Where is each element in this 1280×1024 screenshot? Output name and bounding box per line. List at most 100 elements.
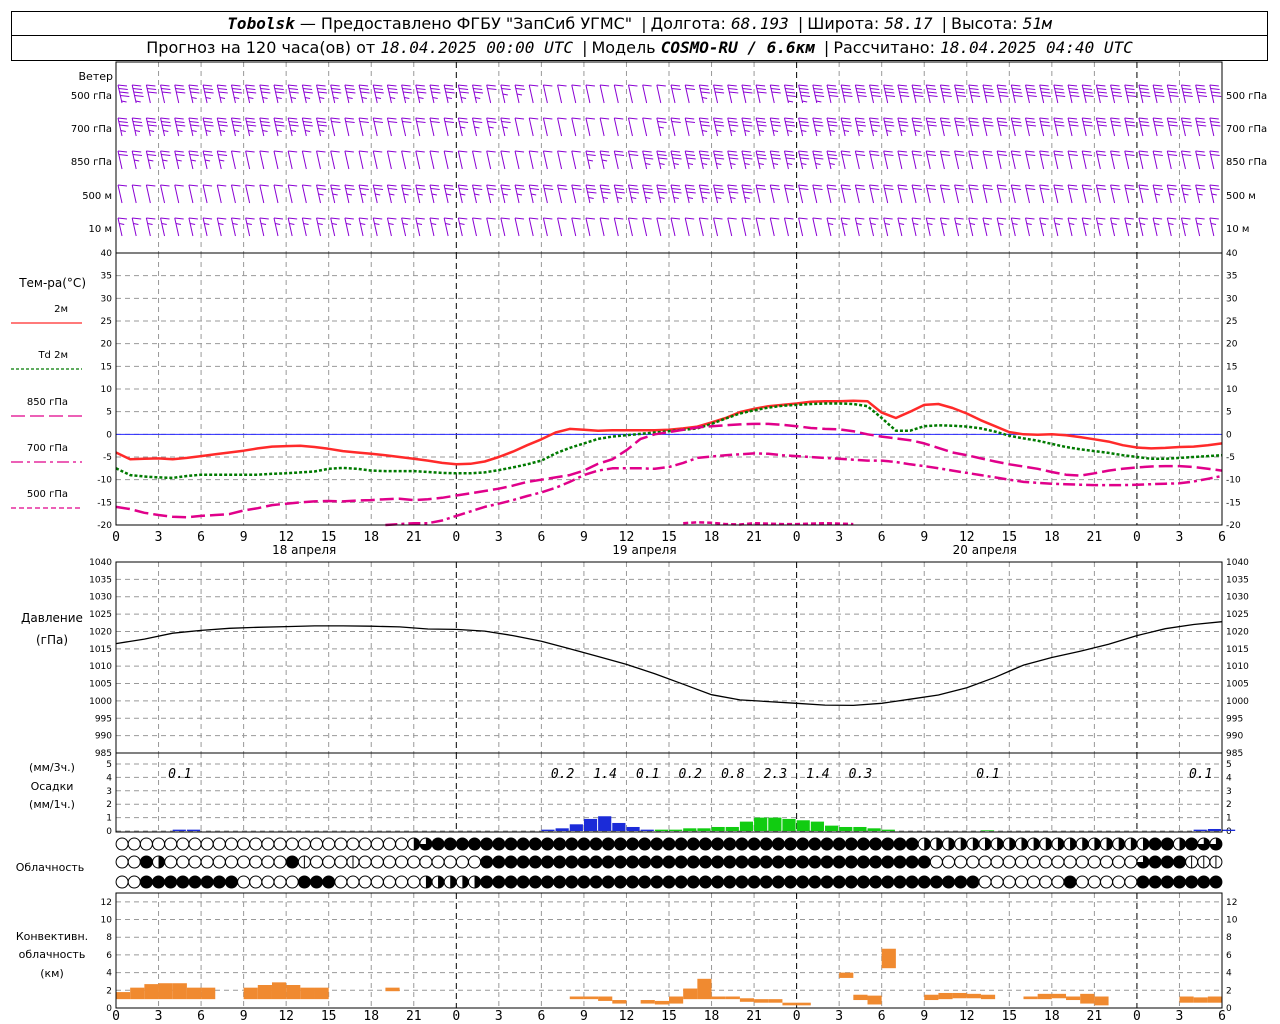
wind-barb <box>812 117 824 137</box>
temp-ytick-right: -20 <box>1226 521 1241 531</box>
wind-barb-flag <box>345 121 355 123</box>
wind-barb-staff <box>755 84 761 104</box>
wind-barb <box>1195 84 1208 104</box>
wind-barb-staff <box>1166 217 1172 237</box>
wind-barb-flag <box>926 217 936 220</box>
wind-barb-flag <box>1039 184 1049 187</box>
wind-barb-flag <box>1182 88 1192 90</box>
wind-barb-flag <box>1197 95 1208 97</box>
wind-barb-staff <box>812 117 818 137</box>
wind-barb <box>216 217 227 237</box>
conv-bar <box>796 1002 811 1006</box>
cloud-symbol <box>662 875 676 889</box>
cloud-full <box>748 838 761 850</box>
cloud-full <box>650 876 663 888</box>
pres-ytick-left: 1005 <box>89 680 112 690</box>
wind-barb-flag <box>883 84 893 87</box>
wind-barb-flag <box>330 217 340 220</box>
wind-barb-flag <box>388 188 398 190</box>
cloud-symbol <box>127 837 141 851</box>
wind-barb <box>954 150 965 170</box>
wind-barb-flag <box>856 154 866 156</box>
wind-barb <box>1209 217 1219 237</box>
conv-ytick-left: 12 <box>101 898 112 908</box>
wind-barb-staff <box>1180 150 1186 170</box>
cloud-symbol <box>954 837 968 851</box>
cloud-full <box>590 856 603 868</box>
wind-barb-flag <box>585 84 595 87</box>
wind-barb-staff <box>755 217 761 237</box>
wind-barb-flag <box>883 217 893 220</box>
wind-barb-flag <box>871 95 881 97</box>
wind-barb-flag <box>784 217 794 220</box>
wind-barb <box>571 150 581 170</box>
wind-barb-flag <box>1112 95 1122 97</box>
wind-barb-staff <box>939 184 945 204</box>
temp-ytick-right: 30 <box>1226 294 1238 304</box>
cloud-symbol <box>139 855 153 869</box>
wind-barb-flag <box>1096 117 1106 120</box>
cloud-full <box>213 876 226 888</box>
wind-barb-staff <box>287 217 293 237</box>
wind-barb <box>727 117 739 137</box>
wind-barb-flag <box>473 88 483 90</box>
cloud-circle <box>310 837 324 851</box>
wind-barb <box>287 184 298 204</box>
wind-barb <box>188 117 200 137</box>
wind-barb-staff <box>273 150 279 170</box>
cloud-circle <box>1051 855 1065 869</box>
wind-barb-flag <box>261 91 271 94</box>
wind-barb-flag <box>373 88 384 90</box>
wind-barb-flag <box>529 217 539 220</box>
wind-barb <box>188 150 199 170</box>
wind-barb-flag <box>855 217 865 220</box>
wind-barb-staff <box>911 117 917 137</box>
wind-barb-staff <box>202 84 208 104</box>
wind-barb-flag <box>302 150 312 153</box>
cloud-symbol <box>881 855 895 869</box>
wind-barb-staff <box>1024 150 1030 170</box>
wind-barb-flag <box>1041 124 1051 127</box>
time-tick-bottom: 6 <box>878 1009 886 1024</box>
wind-barb-flag <box>628 84 638 87</box>
conv-bar <box>116 992 131 1000</box>
time-tick: 3 <box>495 530 503 545</box>
cloud-symbol <box>1136 837 1150 851</box>
wind-barb <box>1095 84 1108 104</box>
wind-barb-flag <box>713 150 723 153</box>
wind-barb-staff <box>358 117 364 137</box>
wind-barb <box>656 184 668 204</box>
wind-barb-flag <box>841 121 851 123</box>
wind-barb-staff <box>542 84 548 104</box>
temp-ytick-left: 30 <box>101 294 113 304</box>
cloud-symbol <box>212 837 226 851</box>
conv-bar <box>1193 997 1208 1003</box>
wind-barb-flag <box>856 88 866 90</box>
wind-barb-flag <box>826 84 837 87</box>
cloud-circle <box>285 875 299 889</box>
wind-barb-staff <box>1010 217 1016 237</box>
precip-bar <box>867 828 881 831</box>
wind-barb <box>330 217 340 237</box>
wind-barb <box>145 117 157 137</box>
cloud-symbol <box>1112 855 1126 869</box>
wind-barb-flag <box>1197 91 1207 94</box>
wind-barb-half <box>1169 193 1175 196</box>
cloud-circle <box>382 855 396 869</box>
wind-barb <box>599 184 611 204</box>
cloud-symbol <box>747 837 761 851</box>
precip-bar <box>654 829 668 831</box>
wind-barb-flag <box>841 117 851 120</box>
cloud-full <box>857 856 870 868</box>
wind-barb <box>386 117 398 137</box>
wind-barb-staff <box>415 217 421 237</box>
cloud-circle <box>261 875 275 889</box>
cloud-circle <box>395 875 409 889</box>
wind-barb-flag <box>1011 84 1021 87</box>
wind-barb-flag <box>458 217 468 220</box>
cloud-full <box>675 856 688 868</box>
wind-barb-staff <box>897 84 903 104</box>
cloud-half <box>1009 838 1016 850</box>
wind-barb <box>1166 117 1178 137</box>
pres-ytick-left: 990 <box>95 732 112 742</box>
